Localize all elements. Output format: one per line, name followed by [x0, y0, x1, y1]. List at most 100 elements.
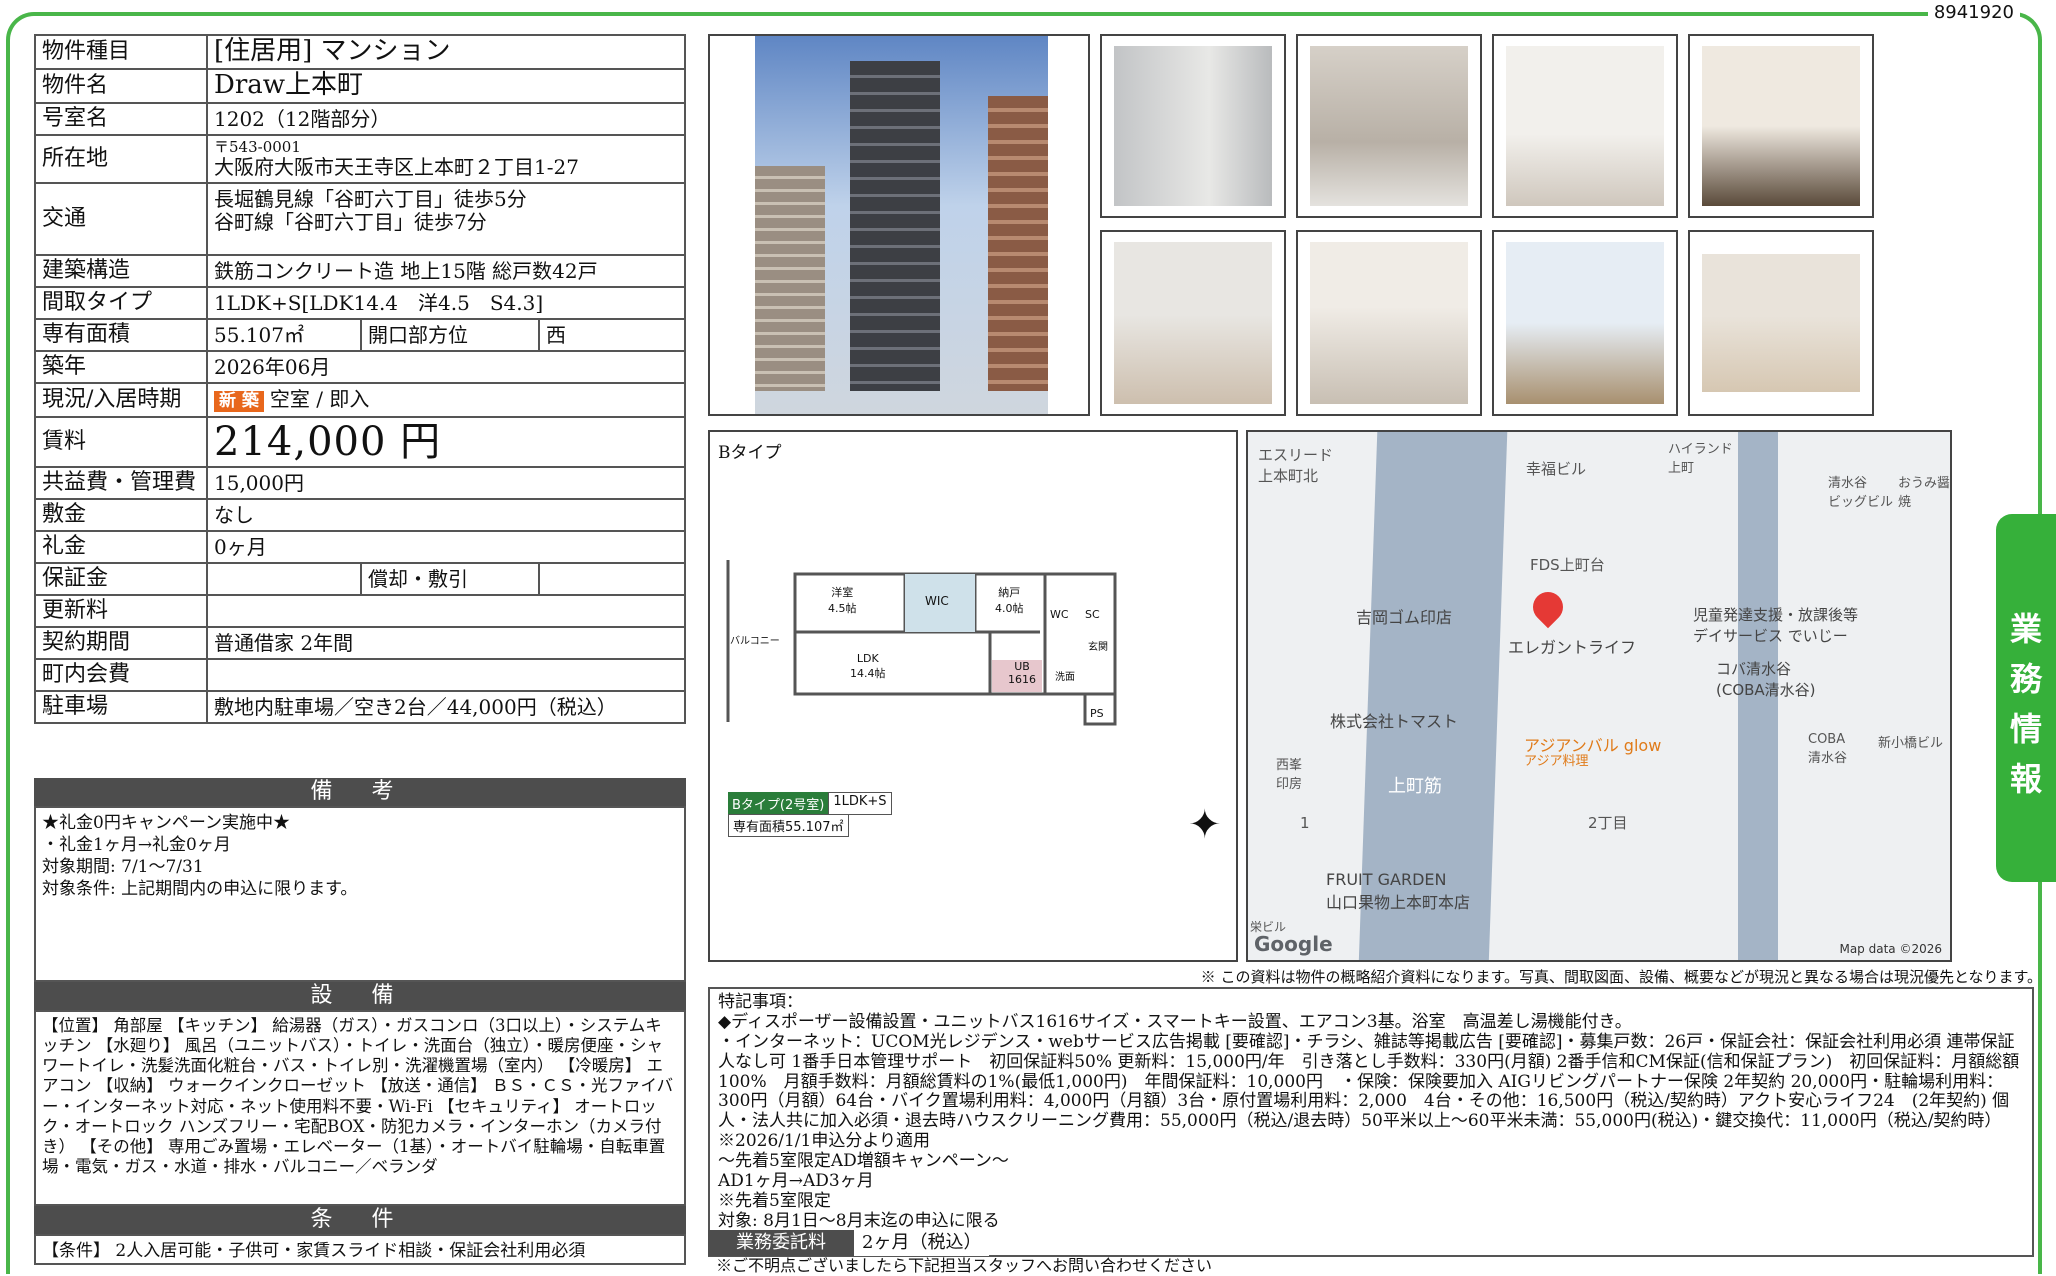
- map-label: FRUIT GARDEN 山口果物上本町本店: [1326, 870, 1471, 912]
- term-label: 契約期間: [34, 626, 208, 660]
- map-label: 西峯 印房: [1276, 758, 1303, 792]
- room-entrance: 玄関: [1088, 642, 1108, 653]
- room-wc: WC: [1050, 608, 1069, 621]
- map-label: FDS上町台: [1530, 556, 1605, 574]
- area-value: 55.107㎡: [206, 318, 362, 352]
- entrance-photo: [1688, 34, 1874, 218]
- map-label: 株式会社トマスト: [1330, 712, 1459, 731]
- deposit-value: なし: [206, 498, 686, 532]
- type-tag: Bタイプ(2号室): [728, 792, 829, 815]
- structure-label: 建築構造: [34, 254, 208, 288]
- rent-value: 214,000 円: [206, 416, 686, 468]
- room-storage: 納戸 4.0帖: [995, 586, 1024, 615]
- layout-value: 1LDK+S[LDK14.4 洋4.5 S4.3]: [206, 286, 686, 320]
- name-value: Draw上本町: [206, 68, 686, 104]
- term-value: 普通借家 2年間: [206, 626, 686, 660]
- parking-label: 駐車場: [34, 690, 208, 724]
- type-label: 物件種目: [34, 34, 208, 70]
- room-value: 1202（12階部分）: [206, 102, 686, 136]
- disclaimer: ※ この資料は物件の概略紹介資料になります。写真、間取図面、設備、概要などが現況…: [1200, 968, 2042, 986]
- built-label: 築年: [34, 350, 208, 384]
- bathroom-photo: [1296, 34, 1482, 218]
- floor-plan: Bタイプ 洋室 4.5帖 WIC 納戸 4.0帖 WC SC LDK 14.4帖…: [708, 430, 1238, 962]
- direction-label: 開口部方位: [360, 318, 540, 352]
- access-line-1: 長堀鶴見線「谷町六丁目」徒歩5分: [214, 187, 527, 211]
- map-label: エスリード 上本町北: [1258, 446, 1334, 485]
- room-ldk: LDK 14.4帖: [850, 652, 886, 680]
- conditions-header: 条 件: [34, 1206, 686, 1234]
- address-value: 大阪府大阪市天王寺区上本町２丁目1-27: [214, 155, 579, 180]
- access-label: 交通: [34, 182, 208, 256]
- mgmt-fee-label: 共益費・管理費: [34, 466, 208, 500]
- room-label: 号室名: [34, 102, 208, 136]
- area-tag: 専有面積55.107㎡: [728, 814, 849, 837]
- room-unit-bath: UB 1616: [1008, 660, 1036, 686]
- built-value: 2026年06月: [206, 350, 686, 384]
- conditions-text: 【条件】 2人入居可能・子供可・家賃スライド相談・保証会社利用必須: [34, 1234, 686, 1265]
- google-logo: Google: [1254, 932, 1333, 956]
- association-fee-label: 町内会費: [34, 658, 208, 692]
- tab-char: 情: [2009, 710, 2042, 748]
- floor-plan-drawing: [726, 560, 1117, 726]
- room-western: 洋室 4.5帖: [828, 586, 857, 615]
- room-ps: PS: [1090, 707, 1104, 720]
- living-room-photo: [1688, 230, 1874, 416]
- kitchen-photo: [1100, 230, 1286, 416]
- business-info-tab[interactable]: 業 務 情 報: [1996, 514, 2056, 882]
- remarks-header: 備 考: [34, 778, 686, 806]
- postal-code: 〒543-0001: [214, 137, 301, 156]
- guarantee-label: 保証金: [34, 562, 208, 596]
- new-build-badge: 新 築: [214, 390, 264, 413]
- status-label: 現況/入居時期: [34, 382, 208, 418]
- amortization-label: 償却・敷引: [360, 562, 540, 596]
- bedroom-photo: [1492, 34, 1678, 218]
- map-label: 清水谷 ビッグビル: [1828, 476, 1894, 510]
- building-exterior-photo: [708, 34, 1090, 416]
- map-data-credit: Map data ©2026: [1839, 942, 1942, 956]
- map-label: 幸福ビル: [1526, 460, 1587, 478]
- hallway-photo: [1296, 230, 1482, 416]
- facilities-header: 設 備: [34, 982, 686, 1010]
- map-label: エレガントライフ: [1508, 638, 1637, 657]
- facilities-text: 【位置】 角部屋 【キッチン】 給湯器（ガス）・ガスコンロ（3口以上）・システム…: [34, 1010, 686, 1206]
- key-money-value: 0ヶ月: [206, 530, 686, 564]
- parking-value: 敷地内駐車場／空き2台／44,000円（税込）: [206, 690, 686, 724]
- floor-plan-tag: Bタイプ(2号室) 1LDK+S: [728, 792, 892, 815]
- key-money-label: 礼金: [34, 530, 208, 564]
- map-label: ハイランド 上町: [1668, 442, 1733, 476]
- structure-value: 鉄筋コンクリート造 地上15階 総戸数42戸: [206, 254, 686, 288]
- map-label: おうみ醤焼: [1898, 476, 1951, 510]
- status-value: 空室 / 即入: [269, 386, 370, 411]
- map-label: 吉岡ゴム印店: [1356, 608, 1453, 627]
- name-label: 物件名: [34, 68, 208, 104]
- location-map: エスリード 上本町北 幸福ビル ハイランド 上町 清水谷 ビッグビル おうみ醤焼…: [1246, 430, 1952, 962]
- map-label: COBA 清水谷: [1808, 732, 1848, 766]
- mgmt-fee-value: 15,000円: [206, 466, 686, 500]
- room-wic: WIC: [925, 594, 949, 608]
- type-layout: 1LDK+S: [828, 792, 892, 815]
- contact-note: ※ご不明点ございましたら下記担当スタッフへお問い合わせください: [716, 1256, 1213, 1275]
- location-pin-icon: [1526, 585, 1570, 629]
- type-value: [住居用] マンション: [206, 34, 686, 70]
- room-washroom: 洗面: [1055, 672, 1075, 683]
- room-sc: SC: [1085, 608, 1100, 621]
- tab-char: 業: [2009, 610, 2042, 648]
- map-label: コバ清水谷 (COBA清水谷): [1716, 660, 1816, 699]
- deposit-label: 敷金: [34, 498, 208, 532]
- special-notes: 特記事項： ◆ディスポーザー設備設置・ユニットバス1616サイズ・スマートキー設…: [708, 987, 2034, 1257]
- map-label: 児童発達支援・放課後等 デイサービス でいじー: [1693, 606, 1859, 645]
- direction-value: 西: [538, 318, 686, 352]
- map-label: アジア料理: [1524, 754, 1589, 769]
- layout-label: 間取タイプ: [34, 286, 208, 320]
- tab-char: 報: [2009, 760, 2042, 798]
- map-label: 1: [1300, 814, 1310, 832]
- renewal-label: 更新料: [34, 594, 208, 628]
- map-label: 新小橋ビル: [1878, 736, 1944, 751]
- map-label: 2丁目: [1588, 814, 1628, 832]
- compass-icon: ✦: [1188, 802, 1222, 848]
- rent-label: 賃料: [34, 416, 208, 468]
- room-balcony: バルコニー: [730, 636, 780, 647]
- access-line-2: 谷町線「谷町六丁目」徒歩7分: [214, 210, 487, 234]
- tab-char: 務: [2009, 660, 2042, 698]
- address-label: 所在地: [34, 134, 208, 184]
